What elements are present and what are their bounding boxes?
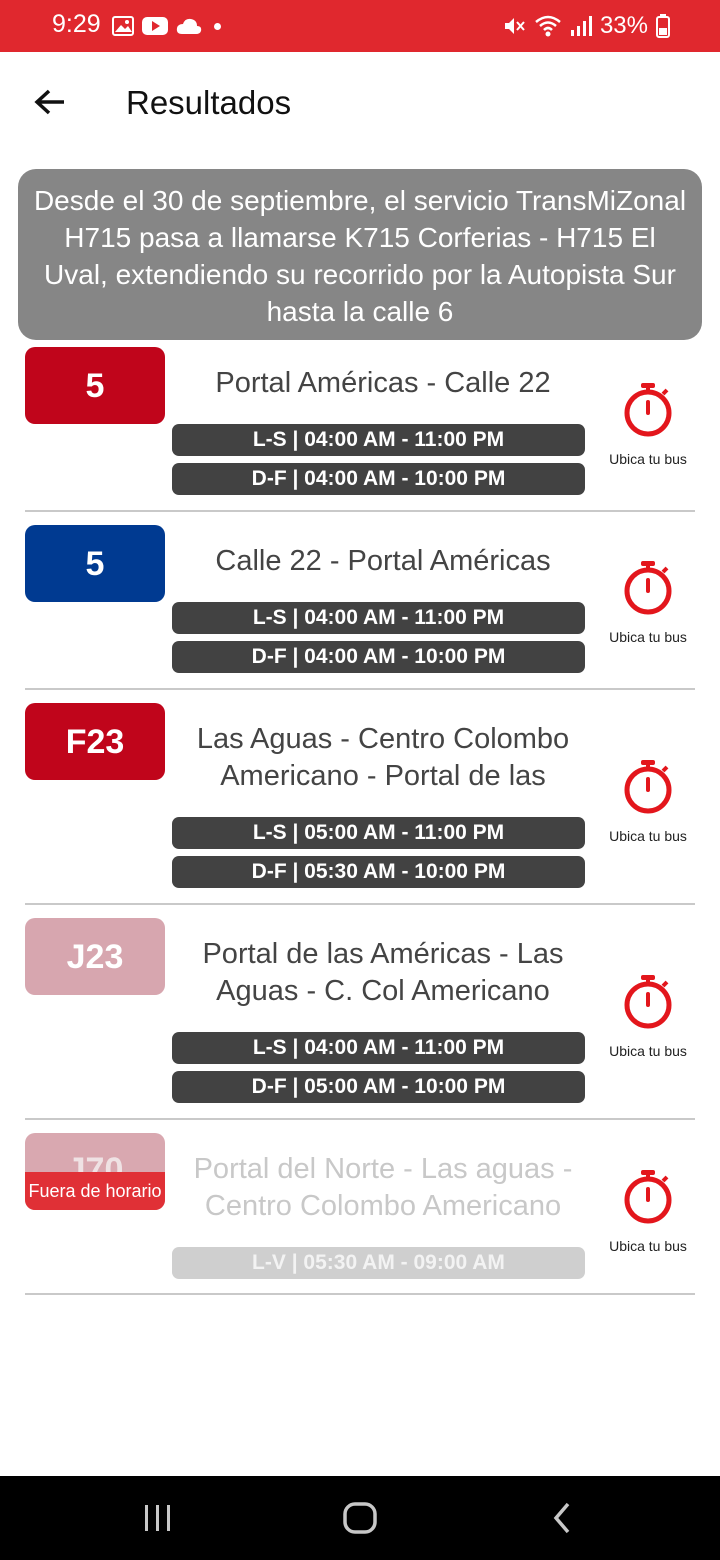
battery-icon [656, 14, 670, 38]
out-of-hours-label: Fuera de horario [25, 1172, 165, 1210]
route-code: 5 [85, 366, 105, 405]
image-icon [112, 16, 134, 36]
recents-icon [145, 1505, 170, 1531]
notice-banner: Desde el 30 de septiembre, el servicio T… [18, 169, 702, 340]
route-card[interactable]: F23 Las Aguas - Centro Colombo Americano… [25, 703, 695, 905]
locate-bus-button[interactable]: Ubica tu bus [605, 758, 691, 844]
schedule-row: L-S | 04:00 AM - 11:00 PM [172, 602, 585, 634]
arrow-left-icon [34, 89, 64, 115]
home-icon [343, 1502, 377, 1534]
locate-bus-label: Ubica tu bus [609, 451, 687, 467]
schedule-row: D-F | 04:00 AM - 10:00 PM [172, 641, 585, 673]
route-code: 5 [85, 544, 105, 583]
schedule-row: L-S | 04:00 AM - 11:00 PM [172, 1032, 585, 1064]
schedule-row: L-S | 05:00 AM - 11:00 PM [172, 817, 585, 849]
locate-bus-label: Ubica tu bus [609, 828, 687, 844]
wifi-icon [535, 15, 561, 37]
schedule-row: L-S | 04:00 AM - 11:00 PM [172, 424, 585, 456]
route-name: Portal Américas - Calle 22 [215, 367, 551, 399]
page-title: Resultados [126, 84, 292, 121]
status-time: 9:29 [52, 10, 101, 38]
route-name: Las Aguas - Centro Colombo Americano - P… [196, 723, 570, 792]
route-badge: 5 [25, 525, 165, 602]
battery-percent: 33% [599, 12, 648, 39]
stopwatch-icon [624, 383, 672, 437]
route-card[interactable]: J23 Portal de las Américas - Las Aguas -… [25, 918, 695, 1120]
route-code: F23 [65, 722, 125, 761]
schedule-row: D-F | 05:30 AM - 10:00 PM [172, 856, 585, 888]
notification-icons [112, 12, 221, 40]
locate-bus-button[interactable]: Ubica tu bus [605, 1168, 691, 1254]
status-bar: 9:29 33% [0, 0, 720, 52]
stopwatch-icon [624, 1170, 672, 1224]
youtube-icon [142, 17, 168, 35]
recents-button[interactable] [128, 1498, 188, 1538]
signal-icon [570, 16, 592, 36]
schedule-row: D-F | 05:00 AM - 10:00 PM [172, 1071, 585, 1103]
schedule-row: L-V | 05:30 AM - 09:00 AM [172, 1247, 585, 1279]
more-dot-icon [214, 22, 221, 30]
schedule-row: D-F | 04:00 AM - 10:00 PM [172, 463, 585, 495]
route-card[interactable]: 5 Calle 22 - Portal Américas L-S | 04:00… [25, 525, 695, 690]
back-nav-button[interactable] [532, 1498, 592, 1538]
route-name: Calle 22 - Portal Américas [215, 545, 551, 577]
back-nav-icon [553, 1502, 570, 1534]
stopwatch-icon [624, 975, 672, 1029]
locate-bus-button[interactable]: Ubica tu bus [605, 973, 691, 1059]
route-badge: F23 [25, 703, 165, 780]
home-button[interactable] [330, 1498, 390, 1538]
mute-icon [504, 18, 525, 34]
route-card[interactable]: J70 Fuera de horario Portal del Norte - … [25, 1133, 695, 1295]
route-name: Portal de las Américas - Las Aguas - C. … [202, 938, 564, 1007]
route-code: J23 [66, 937, 124, 976]
app-bar: Resultados [0, 52, 720, 156]
locate-bus-label: Ubica tu bus [609, 629, 687, 645]
locate-bus-button[interactable]: Ubica tu bus [605, 381, 691, 467]
locate-bus-button[interactable]: Ubica tu bus [605, 559, 691, 645]
system-nav-bar [0, 1476, 720, 1560]
stopwatch-icon [624, 760, 672, 814]
locate-bus-label: Ubica tu bus [609, 1238, 687, 1254]
route-name: Portal del Norte - Las aguas - Centro Co… [193, 1153, 573, 1222]
route-card[interactable]: 5 Portal Américas - Calle 22 L-S | 04:00… [25, 347, 695, 512]
route-badge: J70 Fuera de horario [25, 1133, 165, 1210]
locate-bus-label: Ubica tu bus [609, 1043, 687, 1059]
route-badge: J23 [25, 918, 165, 995]
back-button[interactable] [22, 74, 78, 130]
route-badge: 5 [25, 347, 165, 424]
stopwatch-icon [624, 561, 672, 615]
cloud-icon [176, 18, 202, 34]
system-icons: 33% [502, 10, 670, 42]
